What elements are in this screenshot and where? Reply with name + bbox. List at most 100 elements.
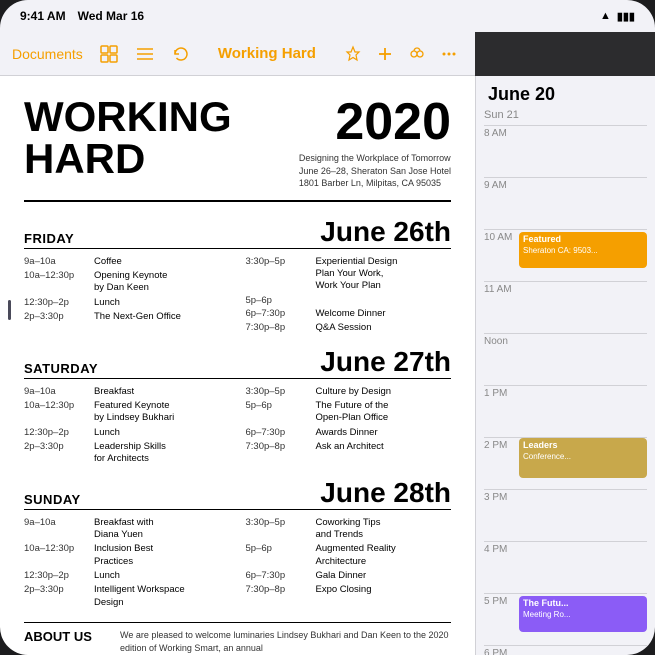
- list-item: 6p–7:30pAwards Dinner: [246, 426, 452, 440]
- list-item: 7:30p–8pExpo Closing: [246, 583, 452, 597]
- time-slot-8am: 8 AM: [484, 125, 647, 177]
- list-item: 7:30p–8pQ&A Session: [246, 321, 452, 335]
- doc-header: WORKING HARD 2020 Designing the Workplac…: [24, 96, 451, 202]
- time-label-6pm: 6 PM: [484, 646, 519, 655]
- about-text: We are pleased to welcome luminaries Lin…: [120, 629, 451, 654]
- ipad-frame: 9:41 AM Wed Mar 16 ▲ ▮▮▮ Documents: [0, 0, 655, 655]
- slot-area-1pm: [519, 386, 647, 437]
- time-label-4pm: 4 PM: [484, 542, 519, 555]
- time-slot-4pm: 4 PM: [484, 541, 647, 593]
- sunday-label: SUNDAY: [24, 492, 81, 507]
- list-item: 6p–7:30pGala Dinner: [246, 569, 452, 583]
- pin-icon[interactable]: [339, 40, 367, 68]
- friday-label: FRIDAY: [24, 231, 74, 246]
- add-icon[interactable]: [371, 40, 399, 68]
- friday-section: FRIDAY June 26th 9a–10aCoffee 10a–12:30p…: [24, 218, 451, 336]
- time-slot-11am: 11 AM: [484, 281, 647, 333]
- sunday-date: June 28th: [320, 479, 451, 507]
- slot-area-11am: [519, 282, 647, 333]
- time-slot-3pm: 3 PM: [484, 489, 647, 541]
- list-item: 12:30p–2pLunch: [24, 296, 230, 310]
- list-item: 5p–6pThe Future of theOpen-Plan Office: [246, 399, 452, 426]
- calendar-month: June 20: [476, 76, 655, 109]
- time-label-2pm: 2 PM: [484, 438, 519, 451]
- list-item: 6p–7:30pWelcome Dinner: [246, 307, 452, 321]
- event-location: Sheraton CA: 9503...: [523, 246, 643, 256]
- saturday-label: SATURDAY: [24, 361, 98, 376]
- event-title: Featured: [523, 234, 643, 246]
- share-icon[interactable]: [403, 40, 431, 68]
- calendar-day-header: Sun 21: [476, 109, 655, 125]
- list-item: 9a–10aBreakfast withDiana Yuen: [24, 516, 230, 543]
- sunday-section: SUNDAY June 28th 9a–10aBreakfast withDia…: [24, 479, 451, 610]
- doc-title-line1: WORKING: [24, 96, 232, 138]
- list-item: 10a–12:30pOpening Keynoteby Dan Keen: [24, 269, 230, 296]
- time-label-8am: 8 AM: [484, 126, 519, 139]
- time-slot-2pm: 2 PM Leaders Conference...: [484, 437, 647, 489]
- list-item: 3:30p–5pCoworking Tipsand Trends: [246, 516, 452, 543]
- slot-area-2pm: Leaders Conference...: [519, 438, 647, 489]
- list-item: 10a–12:30pFeatured Keynoteby Lindsey Buk…: [24, 399, 230, 426]
- documents-button[interactable]: Documents: [12, 46, 83, 62]
- calendar-timeline: 8 AM 9 AM 10 AM Featured Sheraton CA: 95…: [476, 125, 655, 655]
- time-slot-noon: Noon: [484, 333, 647, 385]
- time-label-5pm: 5 PM: [484, 594, 519, 607]
- list-item: 2p–3:30pIntelligent WorkspaceDesign: [24, 583, 230, 610]
- doc-year: 2020: [299, 96, 451, 148]
- slot-area-noon: [519, 334, 647, 385]
- list-icon[interactable]: [131, 40, 159, 68]
- slot-area-4pm: [519, 542, 647, 593]
- doc-subtitle: Designing the Workplace of Tomorrow June…: [299, 152, 451, 190]
- slot-area-6pm: [519, 646, 647, 655]
- leaders-event[interactable]: Leaders Conference...: [519, 438, 647, 478]
- future-event[interactable]: The Futu... Meeting Ro...: [519, 596, 647, 632]
- status-time: 9:41 AM: [20, 9, 66, 23]
- list-item: 2p–3:30pLeadership Skillsfor Architects: [24, 440, 230, 467]
- list-item: 9a–10aCoffee: [24, 255, 230, 269]
- slot-area-10am: Featured Sheraton CA: 9503...: [519, 230, 647, 281]
- layout-icon[interactable]: [95, 40, 123, 68]
- side-indicator: [8, 300, 11, 320]
- about-section: ABOUT US We are pleased to welcome lumin…: [24, 622, 451, 654]
- undo-icon[interactable]: [167, 40, 195, 68]
- about-title: ABOUT US: [24, 629, 104, 654]
- time-slot-6pm: 6 PM: [484, 645, 647, 655]
- slot-area-8am: [519, 126, 647, 177]
- time-label-11am: 11 AM: [484, 282, 519, 295]
- time-slot-9am: 9 AM: [484, 177, 647, 229]
- doc-title-line2: HARD: [24, 138, 232, 180]
- document-area: WORKING HARD 2020 Designing the Workplac…: [0, 76, 475, 655]
- saturday-section: SATURDAY June 27th 9a–10aBreakfast 10a–1…: [24, 348, 451, 467]
- list-item: 9a–10aBreakfast: [24, 385, 230, 399]
- toolbar: Documents Working Hard: [0, 32, 475, 76]
- status-bar: 9:41 AM Wed Mar 16 ▲ ▮▮▮: [0, 0, 655, 32]
- list-item: 10a–12:30pInclusion BestPractices: [24, 542, 230, 569]
- time-slot-5pm: 5 PM The Futu... Meeting Ro...: [484, 593, 647, 645]
- list-item: 7:30p–8pAsk an Architect: [246, 440, 452, 454]
- friday-date: June 26th: [320, 218, 451, 246]
- list-item: 12:30p–2pLunch: [24, 569, 230, 583]
- time-slot-10am: 10 AM Featured Sheraton CA: 9503...: [484, 229, 647, 281]
- list-item: 3:30p–5pCulture by Design: [246, 385, 452, 399]
- sidebar-calendar: June 20 Sun 21 8 AM 9 AM 10 AM Featured …: [475, 76, 655, 655]
- more-icon[interactable]: [435, 40, 463, 68]
- event-title: The Futu...: [523, 598, 643, 610]
- event-sublabel: Conference...: [523, 452, 643, 462]
- list-item: 2p–3:30pThe Next-Gen Office: [24, 310, 230, 324]
- featured-event[interactable]: Featured Sheraton CA: 9503...: [519, 232, 647, 268]
- slot-area-5pm: The Futu... Meeting Ro...: [519, 594, 647, 645]
- time-label-noon: Noon: [484, 334, 519, 347]
- time-slot-1pm: 1 PM: [484, 385, 647, 437]
- list-item: 5p–6p: [246, 294, 452, 307]
- time-label-9am: 9 AM: [484, 178, 519, 191]
- time-label-3pm: 3 PM: [484, 490, 519, 503]
- event-sublabel: Meeting Ro...: [523, 610, 643, 620]
- list-item: 12:30p–2pLunch: [24, 426, 230, 440]
- event-title: Leaders: [523, 440, 643, 452]
- slot-area-3pm: [519, 490, 647, 541]
- slot-area-9am: [519, 178, 647, 229]
- time-label-10am: 10 AM: [484, 230, 519, 243]
- list-item: 5p–6pAugmented RealityArchitecture: [246, 542, 452, 569]
- list-item: 3:30p–5pExperiential DesignPlan Your Wor…: [246, 255, 452, 294]
- time-label-1pm: 1 PM: [484, 386, 519, 399]
